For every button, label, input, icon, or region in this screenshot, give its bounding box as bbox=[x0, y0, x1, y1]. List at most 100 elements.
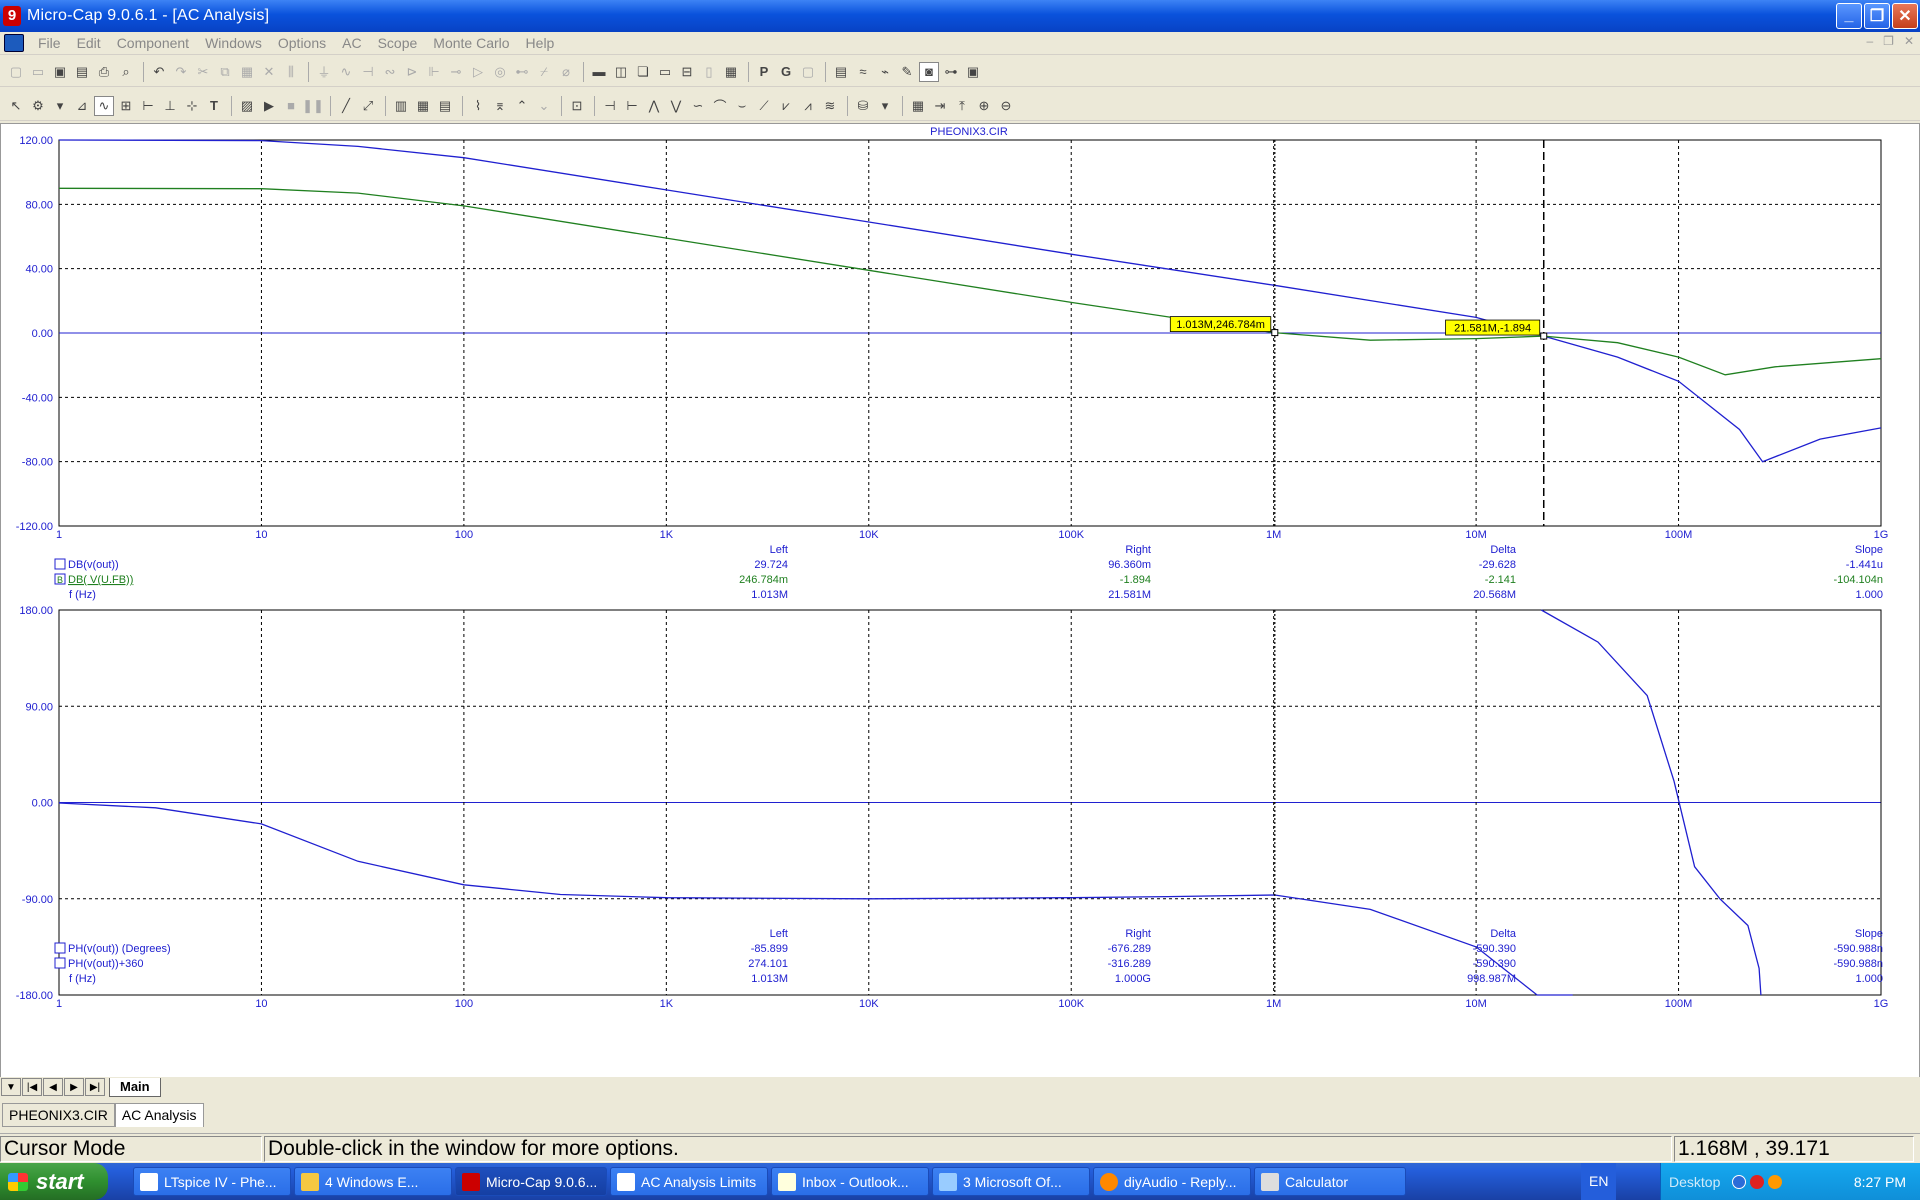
window-icon[interactable]: ▭ bbox=[655, 62, 675, 82]
task-calculator[interactable]: Calculator bbox=[1254, 1167, 1406, 1196]
copy-icon[interactable]: ⧉ bbox=[215, 62, 235, 82]
pnp-icon[interactable]: ⊷ bbox=[512, 62, 532, 82]
next-sheet-icon[interactable]: ▶ bbox=[64, 1078, 84, 1096]
select-mode-icon[interactable]: ↖ bbox=[6, 96, 26, 116]
text-page-icon[interactable]: ▢ bbox=[798, 62, 818, 82]
valley-icon[interactable]: ⌆ bbox=[490, 96, 510, 116]
pin-icon[interactable]: ⌀ bbox=[556, 62, 576, 82]
task-outlook[interactable]: Inbox - Outlook... bbox=[771, 1167, 929, 1196]
next-valley-icon[interactable]: ⋁ bbox=[666, 96, 686, 116]
pause-icon[interactable]: ❚❚ bbox=[302, 96, 324, 116]
open-icon[interactable]: ▭ bbox=[28, 62, 48, 82]
peak-icon[interactable]: ⌇ bbox=[468, 96, 488, 116]
model-icon[interactable]: ≈ bbox=[853, 62, 873, 82]
select-all-icon[interactable]: ⫼ bbox=[281, 62, 301, 82]
tile-horizontal-icon[interactable]: ▬ bbox=[589, 62, 609, 82]
tag-icon[interactable]: ⛁ bbox=[853, 96, 873, 116]
switch-icon[interactable]: ⌿ bbox=[534, 62, 554, 82]
mdi-minimize-icon[interactable]: – bbox=[1866, 34, 1873, 48]
task-windows-explorer[interactable]: 4 Windows E... bbox=[294, 1167, 452, 1196]
save-all-icon[interactable]: ▤ bbox=[72, 62, 92, 82]
doc-tab-circuit[interactable]: PHEONIX3.CIR bbox=[2, 1103, 115, 1127]
cursor-left-icon[interactable]: ⊣ bbox=[600, 96, 620, 116]
redo-icon[interactable]: ↷ bbox=[171, 62, 191, 82]
tray-network-icon[interactable] bbox=[1732, 1174, 1747, 1189]
diagonal-icon[interactable]: ⤢ bbox=[358, 96, 378, 116]
performance-tag-icon[interactable]: ⊹ bbox=[182, 96, 202, 116]
menu-monte-carlo[interactable]: Monte Carlo bbox=[425, 35, 517, 51]
probe-icon[interactable]: ⌁ bbox=[875, 62, 895, 82]
scale-icon[interactable]: ⊡ bbox=[567, 96, 587, 116]
menu-component[interactable]: Component bbox=[109, 35, 197, 51]
zoom-in-icon[interactable]: ⊕ bbox=[974, 96, 994, 116]
inflection-icon[interactable]: ∽ bbox=[688, 96, 708, 116]
menu-help[interactable]: Help bbox=[518, 35, 563, 51]
desktop-toolbar[interactable]: Desktop bbox=[1661, 1174, 1728, 1190]
tray-shield-icon[interactable] bbox=[1750, 1174, 1765, 1189]
sheet-menu-arrow-icon[interactable]: ▼ bbox=[1, 1078, 21, 1096]
source-icon[interactable]: ◎ bbox=[490, 62, 510, 82]
top-table-row-name[interactable]: DB( V(U.FB)) bbox=[68, 574, 133, 586]
tile-vertical-icon[interactable]: ◫ bbox=[611, 62, 631, 82]
bottom-table-row-checkbox[interactable] bbox=[54, 942, 66, 954]
restore-button[interactable]: ❐ bbox=[1864, 3, 1890, 29]
sheet-tab-main[interactable]: Main bbox=[109, 1077, 161, 1097]
top-table-row-name[interactable]: DB(v(out)) bbox=[68, 559, 119, 571]
language-indicator[interactable]: EN bbox=[1581, 1163, 1617, 1200]
task-diyaudio[interactable]: diyAudio - Reply... bbox=[1093, 1167, 1251, 1196]
split-icon[interactable]: ⊟ bbox=[677, 62, 697, 82]
last-sheet-icon[interactable]: ▶| bbox=[85, 1078, 105, 1096]
cascade-icon[interactable]: ❏ bbox=[633, 62, 653, 82]
print-preview-icon[interactable]: ⌕ bbox=[116, 62, 136, 82]
bottom-plot[interactable]: 180.00 90.00 0.00 -90.00 -180.001 10 100 1K 10K 1… bbox=[16, 605, 1889, 1010]
opamp-icon[interactable]: ▷ bbox=[468, 62, 488, 82]
y-axis-icon[interactable]: ⤒ bbox=[952, 96, 972, 116]
bottom-table-row-checkbox[interactable] bbox=[54, 957, 66, 969]
cut-icon[interactable]: ✂ bbox=[193, 62, 213, 82]
slope-icon[interactable]: ⟋ bbox=[754, 96, 774, 116]
task-microcap[interactable]: Micro-Cap 9.0.6... bbox=[455, 1167, 607, 1196]
data-points-icon[interactable]: ▦ bbox=[908, 96, 928, 116]
top-icon[interactable]: ⩘ bbox=[798, 96, 818, 116]
zoom-out-icon[interactable]: ⊖ bbox=[996, 96, 1016, 116]
plot-window[interactable]: 120.00 80.00 40.00 0.00 -40.00 -80.00 -120.00 1… bbox=[0, 123, 1920, 1078]
maximize-doc-icon[interactable]: ▯ bbox=[699, 62, 719, 82]
text-tool-icon[interactable]: T bbox=[204, 96, 224, 116]
properties-p-icon[interactable]: P bbox=[754, 62, 774, 82]
undo-icon[interactable]: ↶ bbox=[149, 62, 169, 82]
menu-options[interactable]: Options bbox=[270, 35, 334, 51]
component-editor-icon[interactable]: ▤ bbox=[831, 62, 851, 82]
stop-icon[interactable]: ■ bbox=[281, 96, 301, 116]
capacitor-icon[interactable]: ⊣ bbox=[358, 62, 378, 82]
top-plot[interactable]: 120.0080.0040.000.00-40.00-80.00-120.001… bbox=[16, 135, 1889, 601]
low-icon[interactable]: ⌄ bbox=[534, 96, 554, 116]
save-icon[interactable]: ▣ bbox=[50, 62, 70, 82]
cursor-right-icon[interactable]: ⊢ bbox=[622, 96, 642, 116]
delete-icon[interactable]: ✕ bbox=[259, 62, 279, 82]
resistor-icon[interactable]: ∿ bbox=[336, 62, 356, 82]
dropdown-arrow-icon[interactable]: ▾ bbox=[50, 96, 70, 116]
tray-update-icon[interactable] bbox=[1768, 1174, 1783, 1189]
minimize-button[interactable]: _ bbox=[1836, 3, 1862, 29]
diode-icon[interactable]: ⊳ bbox=[402, 62, 422, 82]
plot-canvas[interactable]: 120.0080.0040.000.00-40.00-80.00-120.001… bbox=[1, 124, 1919, 1077]
mdi-restore-icon[interactable]: ❐ bbox=[1883, 34, 1894, 48]
doc-tab-ac-analysis[interactable]: AC Analysis bbox=[114, 1103, 204, 1127]
vertical-tag-icon[interactable]: ⊥ bbox=[160, 96, 180, 116]
new-icon[interactable]: ▢ bbox=[6, 62, 26, 82]
minor-grid-icon[interactable]: ▦ bbox=[413, 96, 433, 116]
high-icon[interactable]: ⌃ bbox=[512, 96, 532, 116]
shape-icon[interactable]: ⊶ bbox=[941, 62, 961, 82]
scope-icon[interactable]: ◙ bbox=[919, 61, 939, 82]
print-icon[interactable]: ⎙ bbox=[94, 62, 114, 82]
line-icon[interactable]: ╱ bbox=[336, 96, 356, 116]
bottom-table-row-name[interactable]: PH(v(out)) (Degrees) bbox=[68, 943, 171, 955]
next-peak-icon[interactable]: ⋀ bbox=[644, 96, 664, 116]
task-microsoft-office[interactable]: 3 Microsoft Of... bbox=[932, 1167, 1090, 1196]
top-trace-0[interactable] bbox=[58, 139, 1882, 463]
first-sheet-icon[interactable]: |◀ bbox=[22, 1078, 42, 1096]
start-button[interactable]: start bbox=[0, 1163, 108, 1200]
scale-mode-icon[interactable]: ⊿ bbox=[72, 96, 92, 116]
waveform-icon[interactable]: ≋ bbox=[820, 96, 840, 116]
menu-scope[interactable]: Scope bbox=[370, 35, 426, 51]
